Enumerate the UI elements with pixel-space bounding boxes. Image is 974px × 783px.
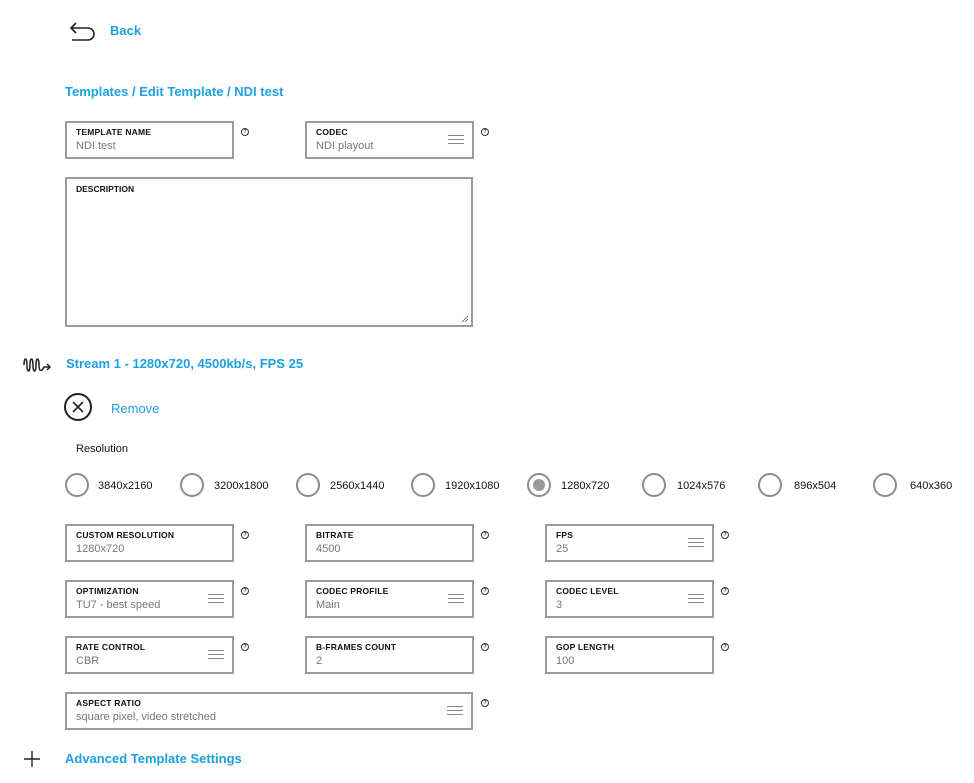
fps-select[interactable]: FPS 25 bbox=[545, 524, 714, 562]
field-value: 25 bbox=[556, 543, 569, 555]
advanced-settings-link[interactable]: Advanced Template Settings bbox=[65, 751, 242, 766]
field-label: B-FRAMES COUNT bbox=[316, 642, 397, 652]
description-textarea[interactable]: DESCRIPTION bbox=[65, 177, 473, 327]
radio-640x360[interactable] bbox=[873, 473, 897, 497]
field-label: CODEC bbox=[316, 127, 348, 137]
question-circle-icon[interactable]: ? bbox=[241, 643, 249, 651]
radio-1280x720[interactable] bbox=[527, 473, 551, 497]
question-circle-icon[interactable]: ? bbox=[241, 587, 249, 595]
resize-grip-icon[interactable] bbox=[461, 315, 469, 323]
radio-1920x1080[interactable] bbox=[411, 473, 435, 497]
question-circle-icon[interactable]: ? bbox=[481, 531, 489, 539]
field-label: DESCRIPTION bbox=[76, 184, 135, 194]
signal-wave-icon bbox=[23, 358, 52, 372]
field-value: 2 bbox=[316, 655, 323, 667]
field-value: CBR bbox=[76, 655, 100, 667]
field-value: 100 bbox=[556, 655, 575, 667]
field-label: TEMPLATE NAME bbox=[76, 127, 152, 137]
field-value: 4500 bbox=[316, 543, 341, 555]
codec-level-select[interactable]: CODEC LEVEL 3 bbox=[545, 580, 714, 618]
hamburger-menu-icon bbox=[208, 650, 224, 660]
field-value: 3 bbox=[556, 599, 563, 611]
question-circle-icon[interactable]: ? bbox=[481, 587, 489, 595]
field-value: Main bbox=[316, 599, 340, 611]
question-circle-icon[interactable]: ? bbox=[481, 643, 489, 651]
template-name-field[interactable]: TEMPLATE NAME NDI test bbox=[65, 121, 234, 159]
radio-label: 3200x1800 bbox=[214, 480, 269, 492]
radio-1024x576[interactable] bbox=[642, 473, 666, 497]
field-value: NDI playout bbox=[316, 140, 374, 152]
field-label: RATE CONTROL bbox=[76, 642, 146, 652]
back-arrow-icon[interactable] bbox=[68, 19, 98, 41]
plus-icon[interactable] bbox=[23, 750, 41, 768]
field-value: 1280x720 bbox=[76, 543, 125, 555]
stream-title[interactable]: Stream 1 - 1280x720, 4500kb/s, FPS 25 bbox=[66, 356, 303, 371]
bframes-count-field[interactable]: B-FRAMES COUNT 2 bbox=[305, 636, 474, 674]
radio-label: 896x504 bbox=[794, 480, 837, 492]
field-label: CODEC PROFILE bbox=[316, 586, 389, 596]
field-value: square pixel, video stretched bbox=[76, 711, 217, 723]
gop-length-field[interactable]: GOP LENGTH 100 bbox=[545, 636, 714, 674]
close-circle-icon[interactable] bbox=[64, 393, 92, 421]
back-link[interactable]: Back bbox=[110, 23, 141, 38]
radio-label: 1024x576 bbox=[677, 480, 726, 492]
field-value: NDI test bbox=[76, 140, 116, 152]
field-label: FPS bbox=[556, 530, 574, 540]
radio-896x504[interactable] bbox=[758, 473, 782, 497]
hamburger-menu-icon bbox=[208, 594, 224, 604]
remove-stream-button[interactable]: Remove bbox=[111, 401, 159, 416]
hamburger-menu-icon bbox=[448, 135, 464, 145]
field-label: BITRATE bbox=[316, 530, 354, 540]
hamburger-menu-icon bbox=[448, 594, 464, 604]
question-circle-icon[interactable]: ? bbox=[721, 531, 729, 539]
question-circle-icon[interactable]: ? bbox=[721, 587, 729, 595]
radio-3200x1800[interactable] bbox=[180, 473, 204, 497]
question-circle-icon[interactable]: ? bbox=[481, 128, 489, 136]
hamburger-menu-icon bbox=[688, 594, 704, 604]
radio-label: 640x360 bbox=[910, 480, 953, 492]
radio-label: 1280x720 bbox=[561, 480, 610, 492]
optimization-select[interactable]: OPTIMIZATION TU7 - best speed bbox=[65, 580, 234, 618]
hamburger-menu-icon bbox=[447, 706, 463, 716]
codec-profile-select[interactable]: CODEC PROFILE Main bbox=[305, 580, 474, 618]
codec-select[interactable]: CODEC NDI playout bbox=[305, 121, 474, 159]
breadcrumb[interactable]: Templates / Edit Template / NDI test bbox=[65, 84, 283, 99]
field-label: CODEC LEVEL bbox=[556, 586, 619, 596]
rate-control-select[interactable]: RATE CONTROL CBR bbox=[65, 636, 234, 674]
question-circle-icon[interactable]: ? bbox=[241, 531, 249, 539]
field-label: OPTIMIZATION bbox=[76, 586, 139, 596]
bitrate-field[interactable]: BITRATE 4500 bbox=[305, 524, 474, 562]
radio-label: 3840x2160 bbox=[98, 480, 153, 492]
question-circle-icon[interactable]: ? bbox=[481, 699, 489, 707]
radio-label: 1920x1080 bbox=[445, 480, 500, 492]
radio-3840x2160[interactable] bbox=[65, 473, 89, 497]
resolution-title: Resolution bbox=[76, 443, 128, 455]
custom-resolution-field[interactable]: CUSTOM RESOLUTION 1280x720 bbox=[65, 524, 234, 562]
radio-2560x1440[interactable] bbox=[296, 473, 320, 497]
field-label: GOP LENGTH bbox=[556, 642, 615, 652]
field-label: CUSTOM RESOLUTION bbox=[76, 530, 175, 540]
aspect-ratio-select[interactable]: ASPECT RATIO square pixel, video stretch… bbox=[65, 692, 473, 730]
question-circle-icon[interactable]: ? bbox=[721, 643, 729, 651]
field-value: TU7 - best speed bbox=[76, 599, 161, 611]
radio-label: 2560x1440 bbox=[330, 480, 385, 492]
hamburger-menu-icon bbox=[688, 538, 704, 548]
field-label: ASPECT RATIO bbox=[76, 698, 142, 708]
question-circle-icon[interactable]: ? bbox=[241, 128, 249, 136]
